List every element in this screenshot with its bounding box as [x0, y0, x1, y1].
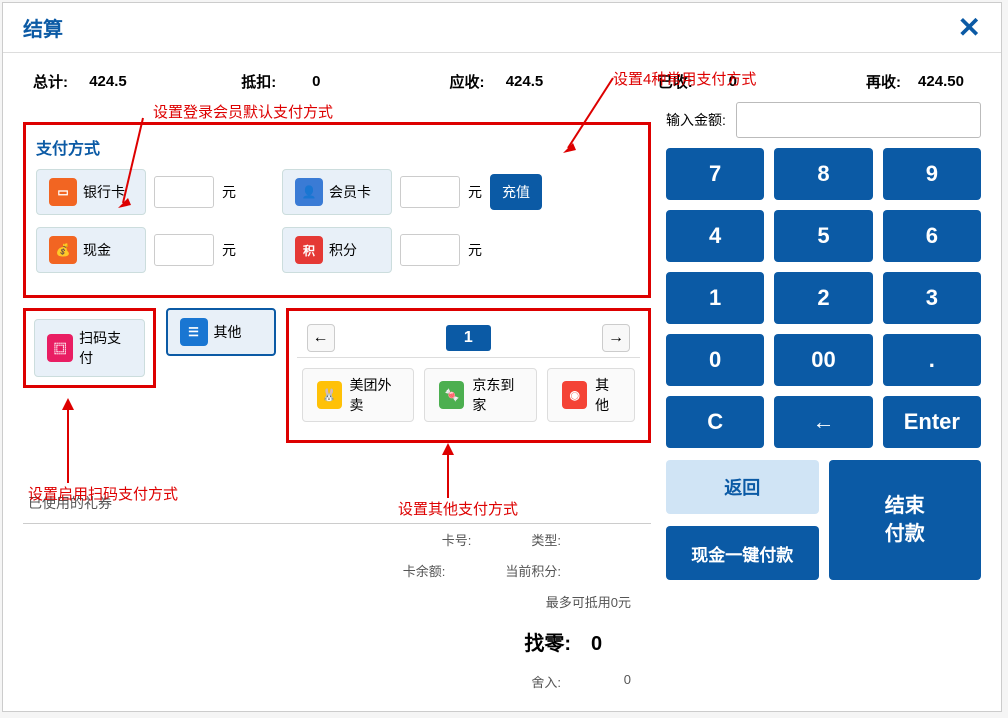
bank-label: 银行卡	[83, 182, 125, 202]
key-←[interactable]: ←	[774, 396, 872, 448]
type-label: 类型:	[531, 530, 561, 549]
key-6[interactable]: 6	[883, 210, 981, 262]
key-Enter[interactable]: Enter	[883, 396, 981, 448]
key-00[interactable]: 00	[774, 334, 872, 386]
qr-label: 扫码支付	[79, 328, 131, 368]
titlebar: 结算 ✕	[3, 3, 1001, 53]
member-label: 会员卡	[329, 182, 371, 202]
page-number: 1	[446, 325, 491, 351]
max-deduct-row: 最多可抵用0元	[23, 586, 651, 617]
jd-icon: 🍬	[439, 381, 464, 409]
shell-icon: ◉	[562, 381, 587, 409]
member-icon: 👤	[295, 178, 323, 206]
key-0[interactable]: 0	[666, 334, 764, 386]
cash-label: 现金	[83, 240, 111, 260]
key-9[interactable]: 9	[883, 148, 981, 200]
remain-value: 424.50	[911, 73, 971, 90]
qrcode-icon: ⿴	[47, 334, 73, 362]
key-.[interactable]: .	[883, 334, 981, 386]
key-2[interactable]: 2	[774, 272, 872, 324]
cash-oneclick-button[interactable]: 现金一键付款	[666, 526, 819, 580]
recharge-button[interactable]: 充值	[490, 174, 542, 210]
card-info-row: 卡号: 类型:	[23, 524, 651, 555]
key-5[interactable]: 5	[774, 210, 872, 262]
remain-label: 再收:	[866, 71, 901, 92]
points-label: 积分	[329, 240, 357, 260]
change-label: 找零:	[524, 627, 571, 656]
change-row: 找零: 0	[23, 617, 651, 666]
points-amount-input[interactable]	[400, 234, 460, 266]
card-no-label: 卡号:	[442, 530, 472, 549]
total-value: 424.5	[78, 73, 138, 90]
points-button[interactable]: 积 积分	[282, 227, 392, 273]
round-value: 0	[591, 672, 631, 691]
checkout-dialog: 结算 ✕ 总计: 424.5 抵扣: 0 应收: 424.5 已收: 0 再收:…	[2, 2, 1002, 712]
receivable-value: 424.5	[495, 73, 555, 90]
payment-title: 支付方式	[36, 135, 638, 159]
next-page-button[interactable]: →	[602, 324, 630, 352]
amount-input[interactable]	[736, 102, 981, 138]
bank-card-icon: ▭	[49, 178, 77, 206]
bank-amount-input[interactable]	[154, 176, 214, 208]
right-panel: 输入金额: 789456123000.C←Enter 返回 现金一键付款 结束 …	[651, 102, 981, 697]
dialog-title: 结算	[23, 13, 63, 42]
other-label: 其他	[214, 322, 242, 342]
amount-input-label: 输入金额:	[666, 110, 726, 130]
change-value: 0	[591, 633, 631, 656]
round-label: 舍入:	[531, 672, 561, 691]
max-deduct: 最多可抵用0元	[546, 592, 631, 611]
end-payment-button[interactable]: 结束 付款	[829, 460, 982, 580]
qr-pay-box: ⿴ 扫码支付	[23, 308, 156, 388]
key-7[interactable]: 7	[666, 148, 764, 200]
payment-methods-section: 支付方式 ▭ 银行卡 元 👤 会员卡 元 充值	[23, 122, 651, 298]
other-pay-button[interactable]: ☰ 其他	[166, 308, 276, 356]
bank-card-button[interactable]: ▭ 银行卡	[36, 169, 146, 215]
meituan-button[interactable]: 🐰 美团外卖	[302, 368, 415, 422]
cash-amount-input[interactable]	[154, 234, 214, 266]
total-label: 总计:	[33, 71, 68, 92]
member-card-button[interactable]: 👤 会员卡	[282, 169, 392, 215]
numeric-keypad: 789456123000.C←Enter	[666, 148, 981, 448]
points-icon: 积	[295, 236, 323, 264]
cash-button[interactable]: 💰 现金	[36, 227, 146, 273]
key-3[interactable]: 3	[883, 272, 981, 324]
cash-icon: 💰	[49, 236, 77, 264]
list-icon: ☰	[180, 318, 208, 346]
received-value: 0	[703, 73, 763, 90]
other-item-button[interactable]: ◉ 其他	[547, 368, 635, 422]
received-label: 已收:	[658, 71, 693, 92]
receivable-label: 应收:	[450, 71, 485, 92]
other-methods-panel: ← 1 → 🐰 美团外卖 🍬 京东到家	[286, 308, 651, 443]
discount-label: 抵扣:	[241, 71, 276, 92]
member-amount-input[interactable]	[400, 176, 460, 208]
points-label: 当前积分:	[505, 561, 561, 580]
balance-label: 卡余额:	[403, 561, 446, 580]
prev-page-button[interactable]: ←	[307, 324, 335, 352]
left-panel: 支付方式 ▭ 银行卡 元 👤 会员卡 元 充值	[23, 102, 651, 697]
key-8[interactable]: 8	[774, 148, 872, 200]
qr-pay-button[interactable]: ⿴ 扫码支付	[34, 319, 145, 377]
pager: ← 1 →	[297, 319, 640, 358]
key-1[interactable]: 1	[666, 272, 764, 324]
close-icon[interactable]: ✕	[958, 14, 981, 42]
unit: 元	[222, 182, 236, 202]
discount-value: 0	[286, 73, 346, 90]
key-4[interactable]: 4	[666, 210, 764, 262]
key-C[interactable]: C	[666, 396, 764, 448]
meituan-icon: 🐰	[317, 381, 342, 409]
summary-bar: 总计: 424.5 抵扣: 0 应收: 424.5 已收: 0 再收: 424.…	[3, 53, 1001, 102]
back-button[interactable]: 返回	[666, 460, 819, 514]
coupon-section: 已使用的礼券	[23, 483, 651, 524]
jd-button[interactable]: 🍬 京东到家	[424, 368, 537, 422]
round-row: 舍入: 0	[23, 666, 651, 697]
balance-row: 卡余额: 当前积分:	[23, 555, 651, 586]
